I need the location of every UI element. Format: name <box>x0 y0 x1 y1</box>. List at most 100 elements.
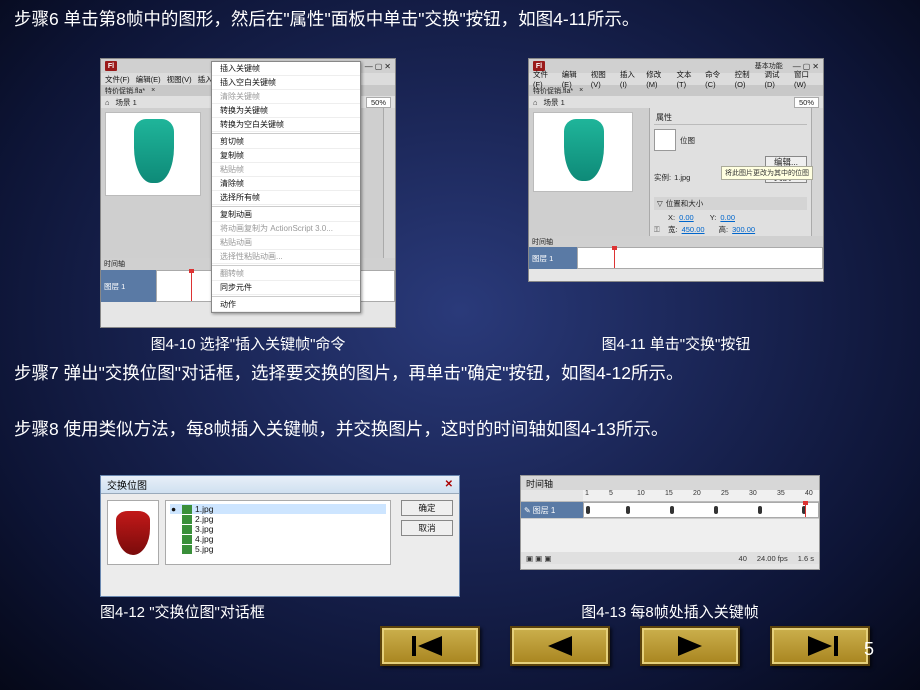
status-toolbar[interactable]: ▣ ▣ ▣ <box>526 554 551 563</box>
layer-name[interactable]: ✎ 图层 1 <box>521 502 583 518</box>
pos-size-label: 位置和大小 <box>666 198 704 209</box>
list-item[interactable]: ●1.jpg <box>170 504 386 514</box>
nav-next-button[interactable] <box>640 626 740 666</box>
ctx-clear-frames[interactable]: 清除帧 <box>212 177 360 191</box>
playhead-icon[interactable] <box>191 271 192 301</box>
timeline-header[interactable]: 时间轴 <box>529 236 823 247</box>
h-value[interactable]: 300.00 <box>732 225 755 234</box>
zoom-value[interactable]: 50% <box>366 97 391 108</box>
bitmap-icon <box>182 515 192 524</box>
y-value[interactable]: 0.00 <box>720 213 735 222</box>
ctx-copy[interactable]: 复制帧 <box>212 149 360 163</box>
menu-modify[interactable]: 修改(M) <box>646 69 670 89</box>
menu-view[interactable]: 视图(V) <box>167 74 192 85</box>
doc-tab[interactable]: 特价促销.fla* <box>533 86 573 96</box>
ctx-paste[interactable]: 粘贴帧 <box>212 163 360 177</box>
playhead-icon[interactable] <box>805 503 806 517</box>
close-tab-icon[interactable]: × <box>579 87 583 94</box>
y-label: Y: <box>710 213 717 222</box>
properties-panel[interactable]: 属性 位图 编辑... 实例: 1.jpg 交换... 将此图片更改为其中的位图… <box>649 108 811 236</box>
bitmap-icon <box>182 545 192 554</box>
context-menu[interactable]: 插入关键帧 插入空白关键帧 清除关键帧 转换为关键帧 转换为空白关键帧 剪切帧 … <box>211 61 361 313</box>
doc-tab[interactable]: 特价促销.fla* <box>105 86 145 96</box>
frame-ruler[interactable]: 1 5 10 15 20 25 30 35 40 <box>583 490 819 502</box>
ctx-convert-keyframe[interactable]: 转换为关键帧 <box>212 104 360 118</box>
menu-command[interactable]: 命令(C) <box>705 69 728 89</box>
bitmap-icon <box>182 535 192 544</box>
ctx-copy-motion[interactable]: 复制动画 <box>212 208 360 222</box>
figure-4-12-dialog: 交换位图 ✕ ●1.jpg 2.jpg 3.jpg 4.jpg 5.jpg 确定… <box>100 475 460 597</box>
ctx-cut[interactable]: 剪切帧 <box>212 135 360 149</box>
ctx-insert-blank-keyframe[interactable]: 插入空白关键帧 <box>212 76 360 90</box>
tool-strip[interactable] <box>383 108 395 258</box>
caption-4-12: 图4-12 "交换位图"对话框 <box>100 601 400 622</box>
ok-button[interactable]: 确定 <box>401 500 453 516</box>
nav-buttons <box>380 626 870 666</box>
window-max-icon: ▢ <box>375 62 383 71</box>
frames-track[interactable] <box>583 502 819 518</box>
close-tab-icon[interactable]: × <box>151 87 155 94</box>
ctx-sync[interactable]: 同步元件 <box>212 281 360 295</box>
home-icon[interactable]: ⌂ <box>533 98 538 107</box>
step-8-span: 步骤8 使用类似方法，每8帧插入关键帧，并交换图片，这时的时间轴如图4-13所示… <box>14 419 668 439</box>
nav-prev-button[interactable] <box>510 626 610 666</box>
x-value[interactable]: 0.00 <box>679 213 694 222</box>
panel-title: 时间轴 <box>526 477 553 490</box>
ctx-insert-keyframe[interactable]: 插入关键帧 <box>212 62 360 76</box>
ctx-convert-blank-keyframe[interactable]: 转换为空白关键帧 <box>212 118 360 132</box>
list-item[interactable]: 4.jpg <box>170 534 386 544</box>
menu-edit[interactable]: 编辑(E) <box>136 74 161 85</box>
menu-text[interactable]: 文本(T) <box>676 69 699 89</box>
layer-row[interactable]: ✎ 图层 1 <box>521 502 819 518</box>
caption-4-11: 图4-11 单击"交换"按钮 <box>528 333 824 354</box>
scene-label: 场景 1 <box>116 97 137 108</box>
stage[interactable] <box>533 112 633 192</box>
lock-icon[interactable]: ⚿ <box>654 225 664 235</box>
panel-title: 属性 <box>654 111 807 125</box>
keyframe-icon[interactable] <box>670 506 674 514</box>
menu-view[interactable]: 视图(V) <box>591 69 614 89</box>
close-icon[interactable]: ✕ <box>445 479 453 490</box>
layer-name[interactable]: 图层 1 <box>101 270 156 302</box>
ctx-actions[interactable]: 动作 <box>212 298 360 312</box>
list-item[interactable]: 2.jpg <box>170 514 386 524</box>
caption-4-13: 图4-13 每8帧处插入关键帧 <box>520 601 820 622</box>
menu-file[interactable]: 文件(F) <box>105 74 130 85</box>
separator <box>212 206 360 207</box>
list-item[interactable]: 5.jpg <box>170 544 386 554</box>
w-label: 宽: <box>668 224 678 235</box>
file-name: 2.jpg <box>195 514 213 524</box>
ctx-paste-motion[interactable]: 粘贴动画 <box>212 236 360 250</box>
pos-size-header[interactable]: ▽ 位置和大小 <box>654 197 807 210</box>
menu-bar[interactable]: 文件(F) 编辑(E) 视图(V) 插入(I) 修改(M) 文本(T) 命令(C… <box>529 73 823 85</box>
figure-4-11: Fl 基本功能 — ▢ ✕ 文件(F) 编辑(E) 视图(V) 插入(I) 修改… <box>528 58 824 282</box>
menu-insert[interactable]: 插入(I) <box>620 69 640 89</box>
w-value[interactable]: 450.00 <box>682 225 705 234</box>
figure-4-10: Fl — ▢ ✕ 文件(F) 编辑(E) 视图(V) 插入(I) 修改(M) 特… <box>100 58 396 328</box>
nav-last-button[interactable] <box>770 626 870 666</box>
keyframe-icon[interactable] <box>626 506 630 514</box>
timeline-track[interactable] <box>577 247 823 269</box>
ctx-clear-keyframe[interactable]: 清除关键帧 <box>212 90 360 104</box>
keyframe-icon[interactable] <box>758 506 762 514</box>
menu-control[interactable]: 控制(O) <box>735 69 759 89</box>
ctx-select-all[interactable]: 选择所有帧 <box>212 191 360 205</box>
home-icon[interactable]: ⌂ <box>105 98 110 107</box>
ctx-paste-special[interactable]: 选择性粘贴动画... <box>212 250 360 264</box>
keyframe-icon[interactable] <box>714 506 718 514</box>
playhead-icon[interactable] <box>614 248 615 268</box>
menu-window[interactable]: 窗口(W) <box>794 69 819 89</box>
menu-debug[interactable]: 调试(D) <box>765 69 788 89</box>
cancel-button[interactable]: 取消 <box>401 520 453 536</box>
layer-name[interactable]: 图层 1 <box>529 247 577 269</box>
stage[interactable] <box>105 112 201 196</box>
disclosure-icon[interactable]: ▽ <box>657 199 663 208</box>
bitmap-list[interactable]: ●1.jpg 2.jpg 3.jpg 4.jpg 5.jpg <box>165 500 391 565</box>
zoom-value[interactable]: 50% <box>794 97 819 108</box>
keyframe-icon[interactable] <box>586 506 590 514</box>
ctx-reverse[interactable]: 翻转帧 <box>212 267 360 281</box>
x-label: X: <box>668 213 675 222</box>
ctx-copy-as3[interactable]: 将动画复制为 ActionScript 3.0... <box>212 222 360 236</box>
nav-first-button[interactable] <box>380 626 480 666</box>
list-item[interactable]: 3.jpg <box>170 524 386 534</box>
